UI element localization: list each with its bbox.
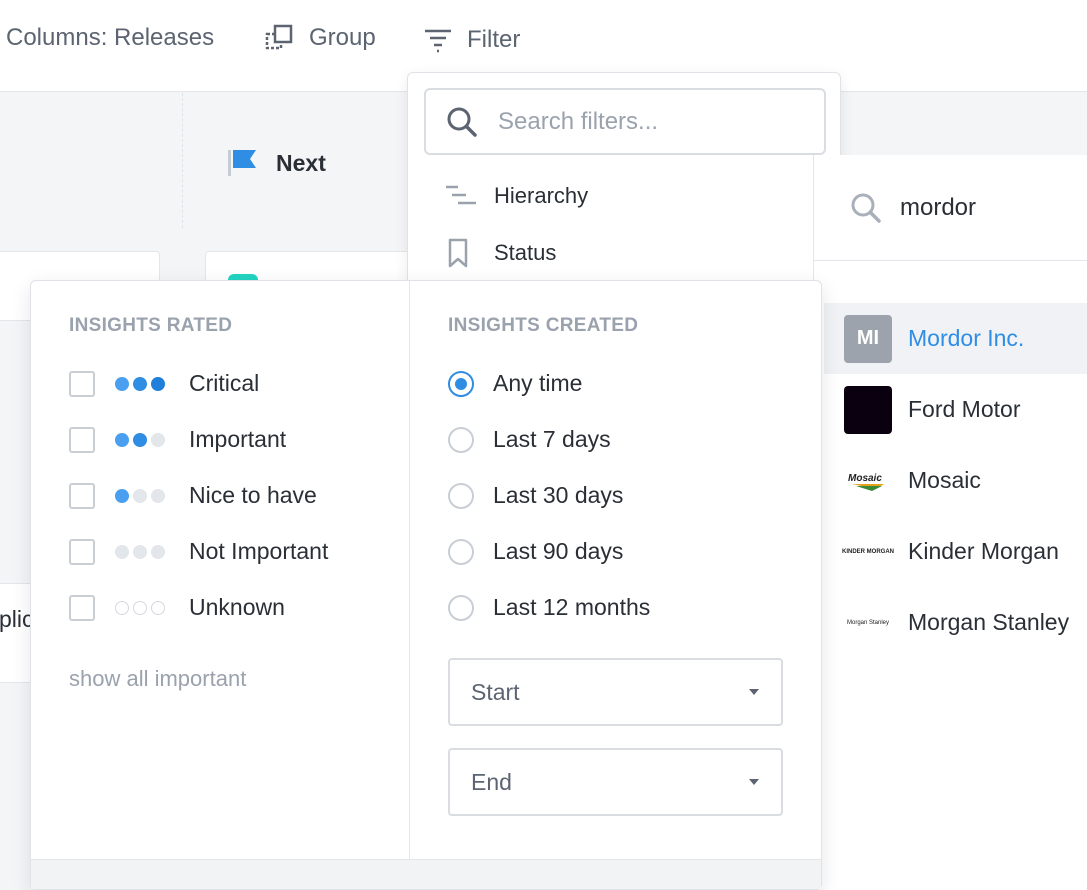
- created-label: Last 90 days: [493, 538, 624, 564]
- insights-created-title: INSIGHTS CREATED: [448, 315, 639, 336]
- created-option-last-7-days[interactable]: Last 7 days: [448, 426, 611, 453]
- customer-result-kinder-morgan[interactable]: KINDER MORGAN Kinder Morgan: [824, 516, 1087, 587]
- insights-filter-panel: INSIGHTS RATED Critical Important Nice t…: [30, 280, 822, 890]
- svg-text:Mosaic: Mosaic: [848, 473, 882, 484]
- rating-label: Not Important: [189, 538, 329, 564]
- rating-dots-icon: [115, 488, 169, 503]
- created-label: Any time: [493, 370, 583, 396]
- panel-footer: [31, 859, 821, 889]
- customer-result-mordor[interactable]: MI Mordor Inc.: [824, 303, 1087, 374]
- ford-logo: [844, 385, 892, 434]
- created-radio[interactable]: [448, 482, 474, 509]
- end-date-select[interactable]: End: [448, 748, 783, 816]
- created-radio[interactable]: [448, 370, 474, 397]
- filter-search-box[interactable]: [424, 88, 826, 155]
- filter-item-label: Status: [494, 240, 557, 265]
- created-option-last-30-days[interactable]: Last 30 days: [448, 482, 623, 509]
- filter-label: Filter: [467, 26, 521, 53]
- rating-dots-icon: [115, 432, 169, 447]
- rating-checkbox[interactable]: [69, 482, 95, 509]
- filter-button[interactable]: Filter: [423, 2, 520, 78]
- created-radio[interactable]: [448, 538, 474, 565]
- rating-checkbox[interactable]: [69, 426, 95, 453]
- created-label: Last 12 months: [493, 594, 651, 620]
- rating-checkbox[interactable]: [69, 538, 95, 565]
- rating-option-nice-to-have[interactable]: Nice to have: [69, 482, 317, 509]
- rating-option-critical[interactable]: Critical: [69, 370, 259, 397]
- insights-rated-title: INSIGHTS RATED: [69, 315, 233, 336]
- rating-checkbox[interactable]: [69, 370, 95, 397]
- filter-icon: [423, 25, 453, 55]
- chevron-down-icon: [749, 779, 759, 785]
- customer-search-input[interactable]: [900, 193, 1087, 222]
- customer-result-ford[interactable]: Ford Motor: [824, 374, 1087, 445]
- group-label: Group: [309, 24, 376, 51]
- search-icon: [446, 106, 478, 138]
- customer-name: Mosaic: [908, 467, 981, 493]
- created-option-last-12-months[interactable]: Last 12 months: [448, 594, 650, 621]
- column-header-previous: [0, 93, 183, 228]
- rating-label: Important: [189, 426, 287, 452]
- mosaic-logo: Mosaic: [844, 457, 892, 505]
- customer-logo: MI: [844, 314, 892, 363]
- search-icon: [850, 192, 882, 224]
- start-date-select[interactable]: Start: [448, 658, 783, 726]
- customer-search-box[interactable]: [814, 155, 1087, 261]
- created-option-last-90-days[interactable]: Last 90 days: [448, 538, 623, 565]
- created-label: Last 30 days: [493, 482, 624, 508]
- filter-item-label: Hierarchy: [494, 183, 589, 208]
- rating-dots-icon: [115, 544, 169, 559]
- hierarchy-icon: [446, 184, 478, 208]
- columns-label: Columns: Releases: [6, 24, 215, 51]
- group-button[interactable]: Group: [265, 0, 376, 76]
- chevron-down-icon: [749, 689, 759, 695]
- filter-search-input[interactable]: [498, 107, 798, 136]
- rating-dots-icon: [115, 376, 169, 391]
- panel-divider: [409, 281, 410, 861]
- kinder-morgan-logo: KINDER MORGAN: [842, 548, 894, 555]
- rating-option-not-important[interactable]: Not Important: [69, 538, 328, 565]
- rating-checkbox[interactable]: [69, 594, 95, 621]
- filter-item-status[interactable]: Status: [446, 238, 556, 268]
- customer-name: Morgan Stanley: [908, 609, 1070, 635]
- bookmark-icon: [446, 238, 478, 268]
- group-icon: [265, 23, 295, 53]
- column-title-next[interactable]: Next: [228, 148, 326, 178]
- customer-name: Mordor Inc.: [908, 325, 1025, 351]
- columns-button[interactable]: Columns: Releases: [6, 0, 214, 76]
- card-partial-text: plic: [0, 606, 34, 632]
- rating-dots-icon: [115, 600, 169, 615]
- rating-option-important[interactable]: Important: [69, 426, 286, 453]
- end-date-label: End: [471, 768, 512, 795]
- customer-name: Kinder Morgan: [908, 538, 1059, 564]
- created-label: Last 7 days: [493, 426, 611, 452]
- show-all-important-link[interactable]: show all important: [69, 666, 246, 692]
- rating-option-unknown[interactable]: Unknown: [69, 594, 285, 621]
- customer-name: Ford Motor: [908, 396, 1021, 422]
- flag-icon: [228, 148, 258, 178]
- customer-result-morgan-stanley[interactable]: Morgan Stanley Morgan Stanley: [824, 587, 1087, 658]
- rating-label: Unknown: [189, 594, 285, 620]
- customer-result-mosaic[interactable]: Mosaic Mosaic: [824, 445, 1087, 516]
- created-option-any-time[interactable]: Any time: [448, 370, 582, 397]
- column-title-label: Next: [276, 149, 326, 176]
- start-date-label: Start: [471, 678, 520, 705]
- morgan-stanley-logo: Morgan Stanley: [846, 619, 890, 626]
- customer-search-panel: MI Mordor Inc. Ford Motor Mosaic Mosaic …: [813, 155, 1087, 890]
- created-radio[interactable]: [448, 594, 474, 621]
- rating-label: Nice to have: [189, 482, 317, 508]
- created-radio[interactable]: [448, 426, 474, 453]
- filter-item-hierarchy[interactable]: Hierarchy: [446, 183, 588, 209]
- rating-label: Critical: [189, 370, 260, 396]
